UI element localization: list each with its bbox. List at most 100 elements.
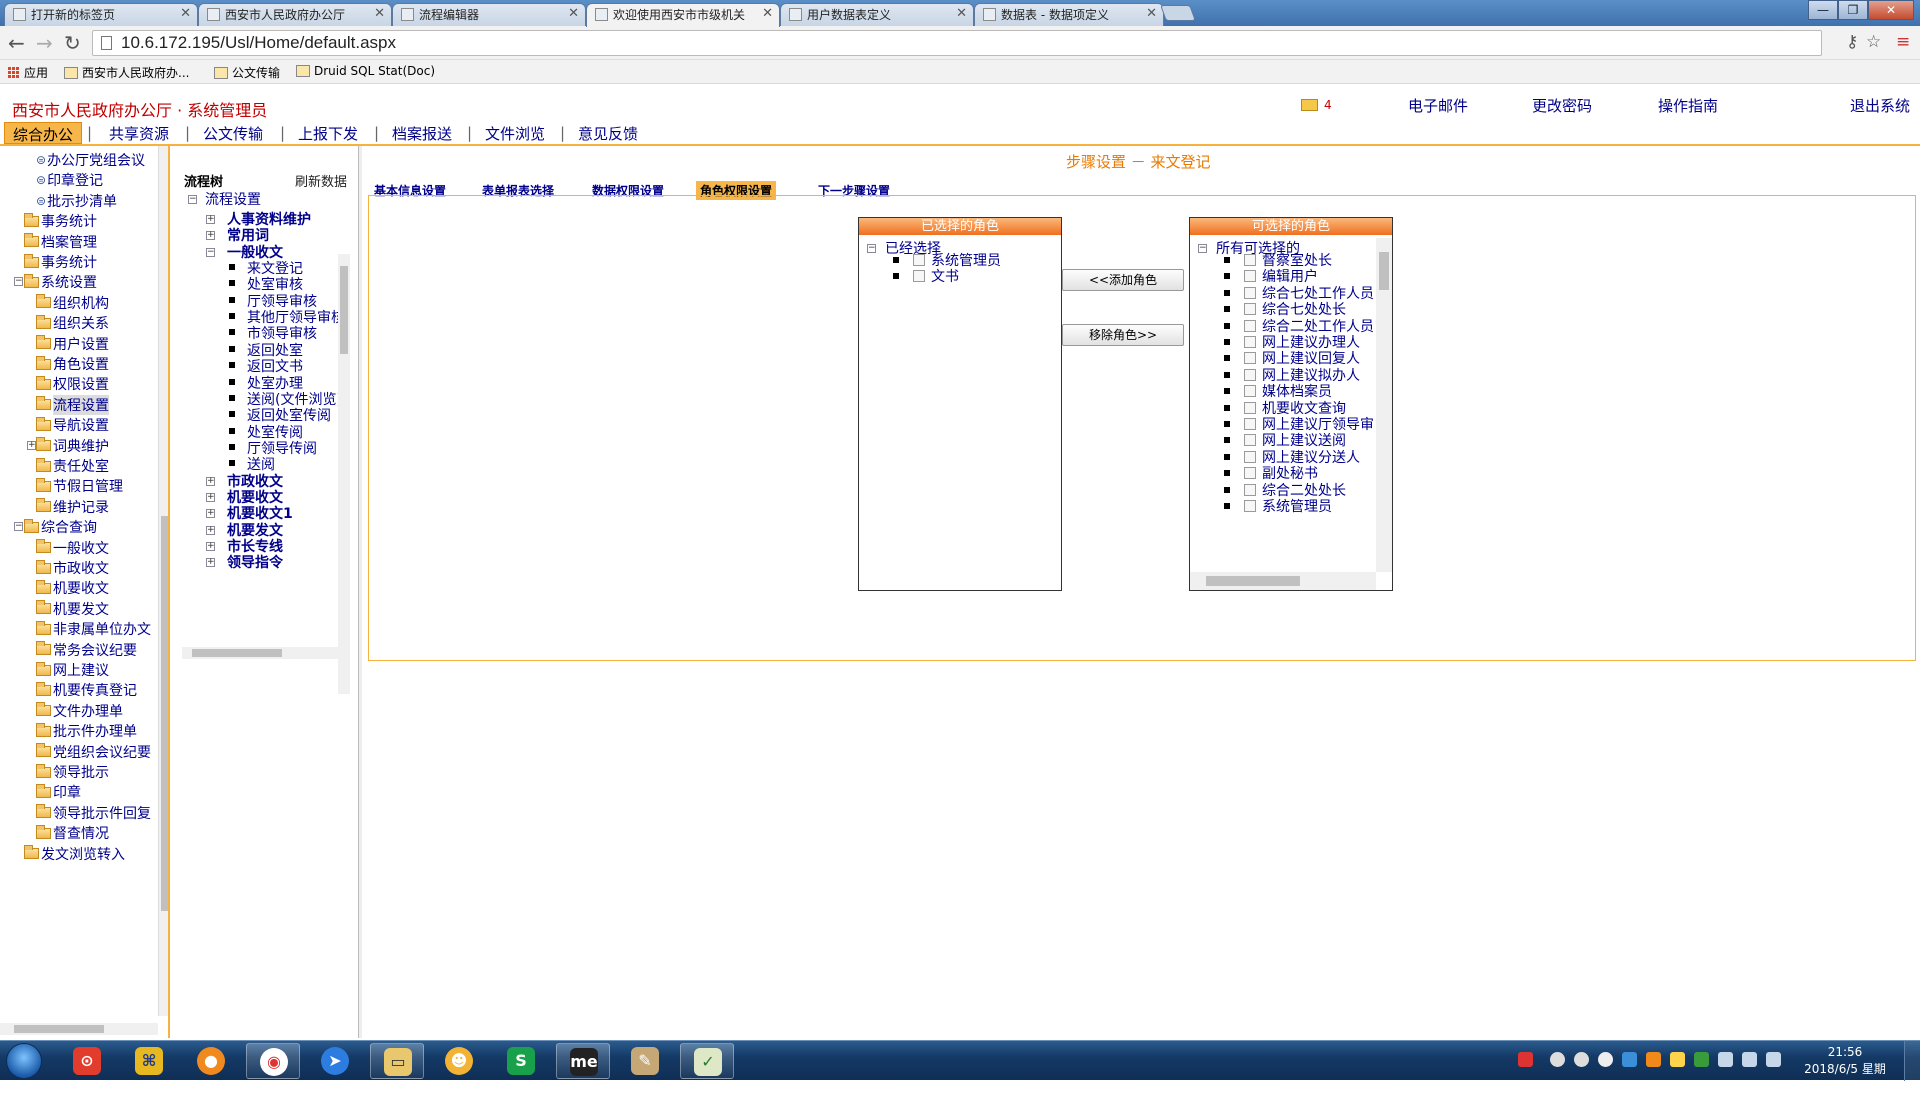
scroll-thumb[interactable] bbox=[14, 1025, 104, 1033]
sidebar-item[interactable]: 维护记录 bbox=[36, 497, 109, 517]
sidebar-item[interactable]: 机要发文 bbox=[36, 599, 109, 619]
expand-icon[interactable]: + bbox=[206, 525, 215, 535]
role-checkbox[interactable] bbox=[1244, 319, 1256, 332]
sidebar-item[interactable]: 组织机构 bbox=[36, 293, 109, 313]
sidebar-item[interactable]: 印章 bbox=[36, 782, 81, 802]
flow-tree-root[interactable]: 流程设置 bbox=[205, 189, 261, 209]
sidebar-horizontal-scrollbar[interactable] bbox=[0, 1023, 158, 1035]
taskbar-app[interactable]: ☻ bbox=[432, 1043, 486, 1079]
clock[interactable]: 21:56 2018/6/5 星期二 bbox=[1800, 1044, 1890, 1095]
refresh-data-link[interactable]: 刷新数据 bbox=[295, 171, 347, 190]
scroll-thumb[interactable] bbox=[340, 266, 348, 354]
role-checkbox[interactable] bbox=[1244, 385, 1256, 398]
sidebar-item[interactable]: ⊜ 批示抄清单 bbox=[36, 191, 117, 211]
sidebar-item[interactable]: 发文浏览转入 bbox=[24, 844, 125, 864]
role-checkbox[interactable] bbox=[913, 270, 925, 283]
role-item[interactable]: 文书 bbox=[893, 266, 959, 286]
expand-icon[interactable]: + bbox=[206, 509, 215, 519]
taskbar-app[interactable]: ▭ bbox=[370, 1043, 424, 1079]
menu-icon[interactable]: ≡ bbox=[1896, 32, 1910, 52]
sidebar-item[interactable]: + 词典维护 bbox=[27, 436, 109, 456]
tray-app-icon[interactable] bbox=[1646, 1052, 1661, 1067]
expand-icon[interactable]: + bbox=[206, 476, 215, 486]
back-arrow-icon[interactable]: ← bbox=[8, 31, 25, 55]
sidebar-item[interactable]: 非隶属单位办文 bbox=[36, 619, 151, 639]
expand-icon[interactable]: + bbox=[206, 542, 215, 551]
scroll-thumb[interactable] bbox=[1379, 252, 1389, 290]
volume-icon[interactable] bbox=[1742, 1052, 1757, 1067]
bookmark-apps[interactable]: 应用 bbox=[8, 64, 48, 81]
tray-app-icon[interactable] bbox=[1670, 1052, 1685, 1067]
panel-splitter[interactable] bbox=[358, 146, 362, 1038]
expand-icon[interactable]: + bbox=[206, 231, 215, 241]
role-checkbox[interactable] bbox=[1244, 401, 1256, 414]
sidebar-vertical-scrollbar[interactable] bbox=[158, 146, 168, 1016]
close-window-button[interactable]: ✕ bbox=[1868, 0, 1914, 20]
expand-icon[interactable]: + bbox=[206, 492, 215, 502]
sidebar-item[interactable]: ⊜ 办公厅党组会议 bbox=[36, 150, 145, 170]
minimize-button[interactable]: — bbox=[1808, 0, 1838, 20]
role-checkbox[interactable] bbox=[1244, 418, 1256, 430]
expand-icon[interactable]: + bbox=[27, 440, 36, 450]
collapse-icon[interactable]: − bbox=[14, 277, 23, 287]
mail-indicator[interactable]: 4 bbox=[1301, 98, 1332, 112]
start-button[interactable] bbox=[6, 1043, 42, 1079]
sidebar-item[interactable]: 领导批示 bbox=[36, 762, 109, 782]
reload-icon[interactable]: ↻ bbox=[64, 31, 81, 55]
email-link[interactable]: 电子邮件 bbox=[1408, 95, 1468, 116]
taskbar-app[interactable]: ✎ bbox=[618, 1043, 672, 1079]
nav-item-report[interactable]: 上报下发 bbox=[290, 122, 366, 144]
browser-tab[interactable]: 西安市人民政府办公厅 ✕ bbox=[198, 3, 392, 26]
sidebar-item[interactable]: 组织关系 bbox=[36, 313, 109, 333]
role-item[interactable]: 系统管理员 bbox=[1224, 496, 1332, 516]
role-checkbox[interactable] bbox=[1244, 450, 1256, 463]
sidebar-item[interactable]: 事务统计 bbox=[24, 211, 97, 231]
ime-icon[interactable] bbox=[1766, 1052, 1781, 1067]
sidebar-item[interactable]: 节假日管理 bbox=[36, 476, 123, 496]
remove-role-button[interactable]: 移除角色>> bbox=[1062, 324, 1184, 346]
role-checkbox[interactable] bbox=[1244, 254, 1256, 266]
role-checkbox[interactable] bbox=[1244, 483, 1256, 496]
sidebar-item[interactable]: 角色设置 bbox=[36, 354, 109, 374]
guide-link[interactable]: 操作指南 bbox=[1658, 95, 1718, 116]
nav-item-office[interactable]: 综合办公 bbox=[4, 122, 83, 144]
taskbar-app[interactable]: ➤ bbox=[308, 1043, 362, 1079]
sogou-icon[interactable] bbox=[1518, 1052, 1533, 1067]
taskbar-app[interactable]: me bbox=[556, 1043, 610, 1079]
sidebar-item[interactable]: 机要收文 bbox=[36, 578, 109, 598]
url-input[interactable]: 10.6.172.195/Usl/Home/default.aspx bbox=[92, 30, 1822, 56]
sidebar-item[interactable]: 用户设置 bbox=[36, 334, 109, 354]
nav-item-browse[interactable]: 文件浏览 bbox=[477, 122, 553, 144]
sidebar-item[interactable]: − 系统设置 bbox=[14, 272, 97, 292]
flow-tree-vertical-scrollbar[interactable] bbox=[338, 254, 350, 694]
forward-arrow-icon[interactable]: → bbox=[36, 31, 53, 55]
sidebar-item[interactable]: 市政收文 bbox=[36, 558, 109, 578]
role-checkbox[interactable] bbox=[1244, 368, 1256, 381]
sidebar-item[interactable]: 批示件办理单 bbox=[36, 721, 137, 741]
scroll-thumb[interactable] bbox=[1206, 576, 1300, 586]
browser-tab[interactable]: 数据表 - 数据项定义 ✕ bbox=[974, 3, 1164, 26]
tray-app-icon[interactable] bbox=[1598, 1052, 1613, 1067]
role-checkbox[interactable] bbox=[1244, 336, 1256, 348]
taskbar-app[interactable]: ✓ bbox=[680, 1043, 734, 1079]
sidebar-item[interactable]: − 综合查询 bbox=[14, 517, 97, 537]
sidebar-item[interactable]: 档案管理 bbox=[24, 232, 97, 252]
bookmark-item[interactable]: 西安市人民政府办... bbox=[64, 64, 189, 81]
nav-item-feedback[interactable]: 意见反馈 bbox=[570, 122, 646, 144]
key-icon[interactable]: ⚷ bbox=[1846, 32, 1858, 52]
logout-link[interactable]: 退出系统 bbox=[1850, 95, 1910, 116]
sidebar-item[interactable]: 责任处室 bbox=[36, 456, 109, 476]
tray-app-icon[interactable] bbox=[1550, 1052, 1565, 1067]
sidebar-item[interactable]: 领导批示件回复 bbox=[36, 803, 151, 823]
collapse-icon[interactable]: − bbox=[188, 195, 197, 204]
scroll-thumb[interactable] bbox=[192, 649, 282, 657]
sidebar-item[interactable]: 党组织会议纪要 bbox=[36, 742, 151, 762]
close-icon[interactable]: ✕ bbox=[568, 6, 579, 21]
role-checkbox[interactable] bbox=[1244, 500, 1256, 512]
new-tab-button[interactable] bbox=[1160, 5, 1196, 21]
role-checkbox[interactable] bbox=[1244, 467, 1256, 480]
bookmark-star-icon[interactable]: ☆ bbox=[1866, 32, 1881, 52]
sidebar-item[interactable]: 权限设置 bbox=[36, 374, 109, 394]
close-icon[interactable]: ✕ bbox=[956, 6, 967, 21]
tray-app-icon[interactable] bbox=[1574, 1052, 1589, 1067]
